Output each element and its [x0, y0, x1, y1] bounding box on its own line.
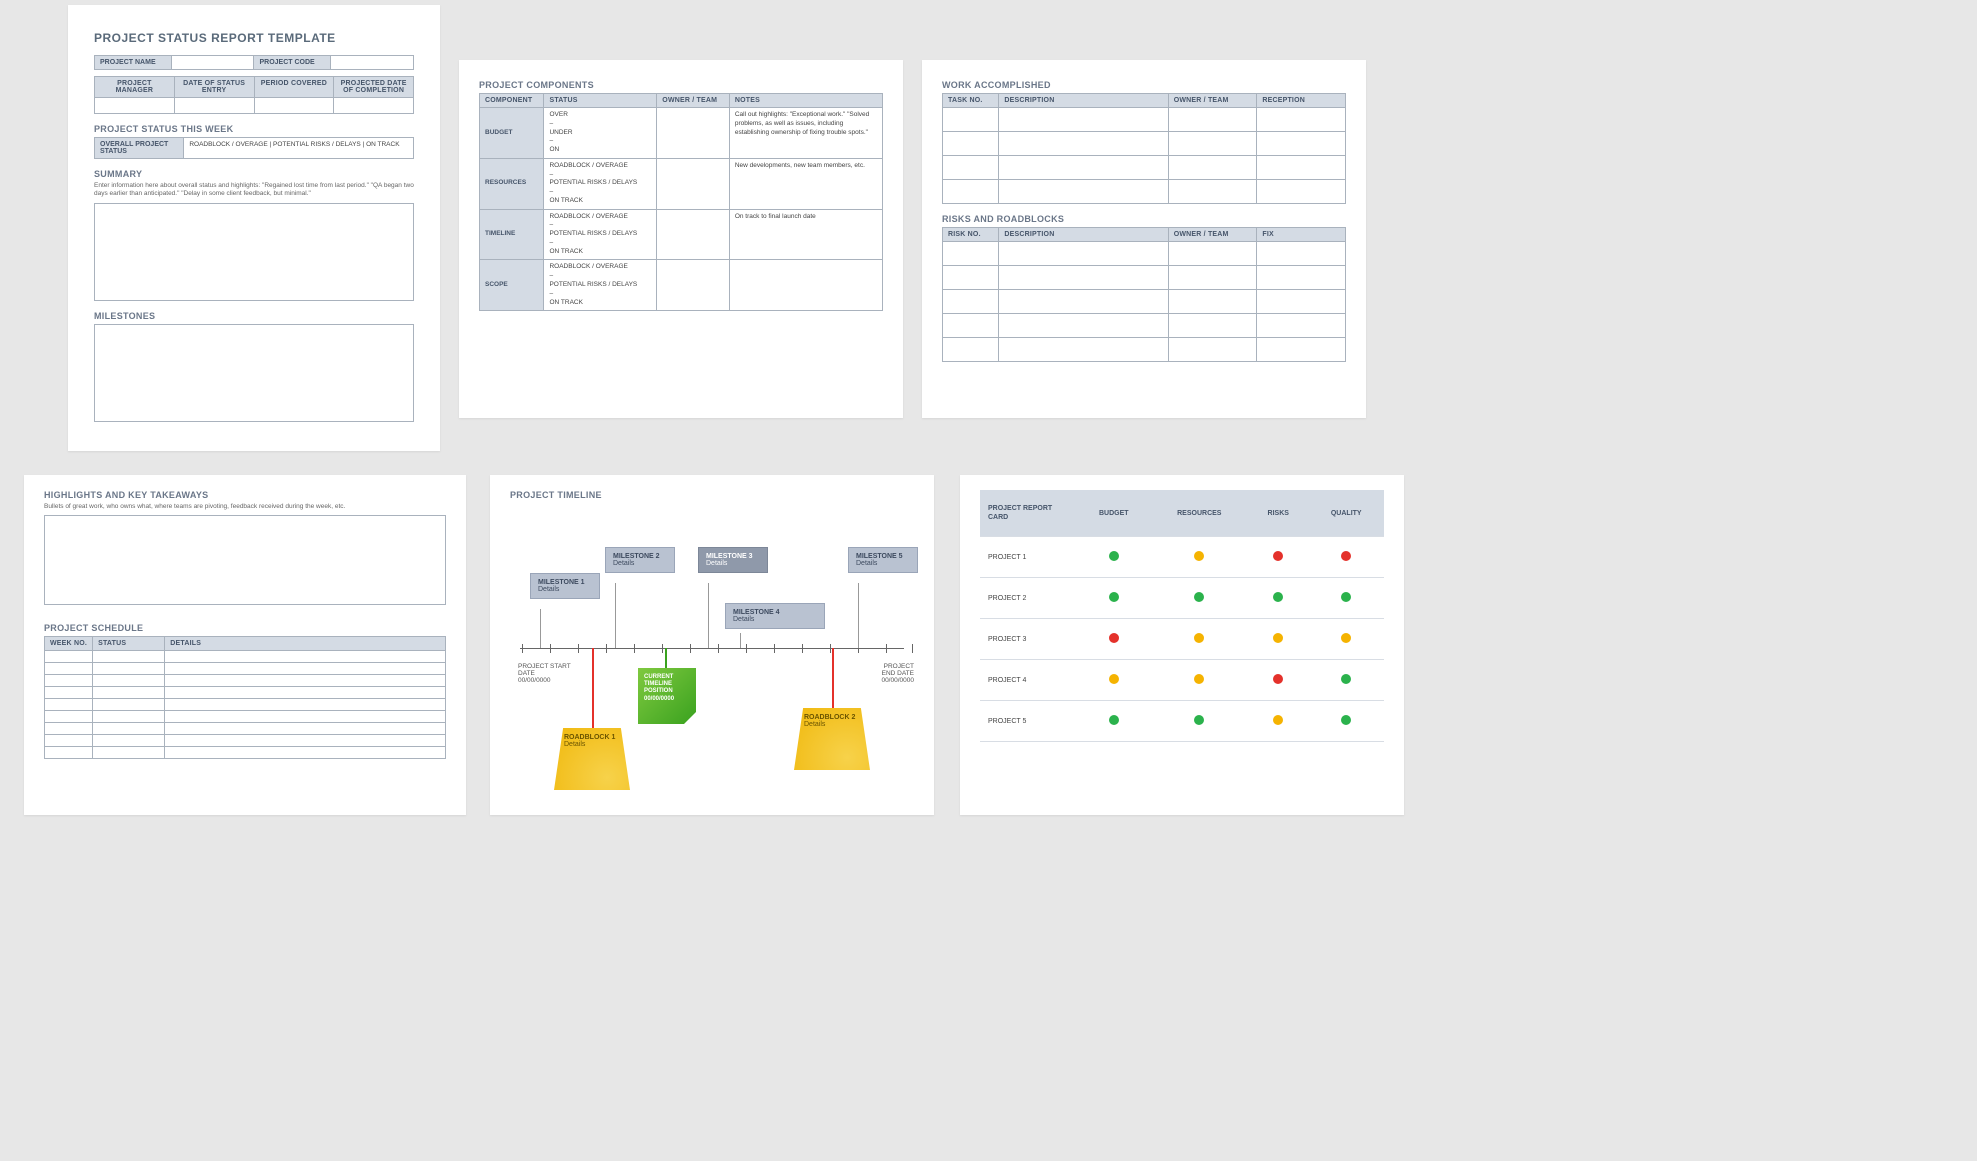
risks-title: RISKS AND ROADBLOCKS [942, 214, 1346, 224]
work-table: TASK NO.DESCRIPTIONOWNER / TEAMRECEPTION [942, 93, 1346, 204]
report-card-table: PROJECT REPORT CARD BUDGET RESOURCES RIS… [980, 490, 1384, 742]
milestone-1: MILESTONE 1Details [530, 573, 600, 599]
page-highlights-schedule: HIGHLIGHTS AND KEY TAKEAWAYS Bullets of … [24, 475, 466, 815]
report-card-row: PROJECT 5 [980, 701, 1384, 742]
milestone-3: MILESTONE 3Details [698, 547, 768, 573]
status-dot [1109, 633, 1119, 643]
page-timeline: PROJECT TIMELINE PROJECT STARTDATE00/00/… [490, 475, 934, 815]
timeline-start-label: PROJECT STARTDATE00/00/0000 [518, 663, 598, 684]
page-title: PROJECT STATUS REPORT TEMPLATE [94, 31, 414, 45]
status-dot [1194, 551, 1204, 561]
status-dot [1273, 551, 1283, 561]
milestone-2: MILESTONE 2Details [605, 547, 675, 573]
schedule-table: WEEK NO.STATUSDETAILS [44, 636, 446, 759]
status-dot [1109, 592, 1119, 602]
status-dot [1341, 551, 1351, 561]
timeline-end-label: PROJECTEND DATE00/00/0000 [834, 663, 914, 684]
overall-status: OVERALL PROJECT STATUSROADBLOCK / OVERAG… [94, 137, 414, 159]
current-position: CURRENTTIMELINEPOSITION00/00/0000 [638, 668, 696, 724]
status-dot [1273, 592, 1283, 602]
report-card-row: PROJECT 1 [980, 537, 1384, 578]
status-dot [1194, 715, 1204, 725]
risks-table: RISK NO.DESCRIPTIONOWNER / TEAMFIX [942, 227, 1346, 362]
page-components: PROJECT COMPONENTS COMPONENT STATUS OWNE… [459, 60, 903, 418]
milestone-4: MILESTONE 4Details [725, 603, 825, 629]
roadblock-1: ROADBLOCK 1Details [554, 728, 630, 790]
highlights-hint: Bullets of great work, who owns what, wh… [44, 503, 446, 511]
status-week-title: PROJECT STATUS THIS WEEK [94, 124, 414, 134]
schedule-title: PROJECT SCHEDULE [44, 623, 446, 633]
status-dot [1109, 551, 1119, 561]
summary-title: SUMMARY [94, 169, 414, 179]
timeline-title: PROJECT TIMELINE [510, 490, 914, 500]
status-dot [1194, 592, 1204, 602]
status-dot [1341, 674, 1351, 684]
highlights-title: HIGHLIGHTS AND KEY TAKEAWAYS [44, 490, 446, 500]
highlights-box[interactable] [44, 515, 446, 605]
components-title: PROJECT COMPONENTS [479, 80, 883, 90]
milestone-5: MILESTONE 5Details [848, 547, 918, 573]
page-status-report: PROJECT STATUS REPORT TEMPLATE PROJECT N… [68, 5, 440, 451]
project-meta-1: PROJECT NAMEPROJECT CODE [94, 55, 414, 70]
status-dot [1194, 633, 1204, 643]
summary-box[interactable] [94, 203, 414, 301]
report-card-row: PROJECT 2 [980, 578, 1384, 619]
roadblock-2: ROADBLOCK 2Details [794, 708, 870, 770]
components-table: COMPONENT STATUS OWNER / TEAM NOTES BUDG… [479, 93, 883, 311]
status-dot [1109, 715, 1119, 725]
summary-hint: Enter information here about overall sta… [94, 182, 414, 199]
work-title: WORK ACCOMPLISHED [942, 80, 1346, 90]
status-dot [1273, 715, 1283, 725]
status-dot [1341, 633, 1351, 643]
status-dot [1341, 592, 1351, 602]
milestones-title: MILESTONES [94, 311, 414, 321]
status-dot [1109, 674, 1119, 684]
report-card-row: PROJECT 4 [980, 660, 1384, 701]
status-dot [1273, 674, 1283, 684]
status-dot [1273, 633, 1283, 643]
report-card-row: PROJECT 3 [980, 619, 1384, 660]
milestones-box[interactable] [94, 324, 414, 422]
status-dot [1341, 715, 1351, 725]
timeline-canvas: PROJECT STARTDATE00/00/0000 PROJECTEND D… [510, 503, 914, 793]
page-work-risks: WORK ACCOMPLISHED TASK NO.DESCRIPTIONOWN… [922, 60, 1366, 418]
page-report-card: PROJECT REPORT CARD BUDGET RESOURCES RIS… [960, 475, 1404, 815]
project-meta-2: PROJECT MANAGER DATE OF STATUS ENTRY PER… [94, 76, 414, 114]
status-dot [1194, 674, 1204, 684]
